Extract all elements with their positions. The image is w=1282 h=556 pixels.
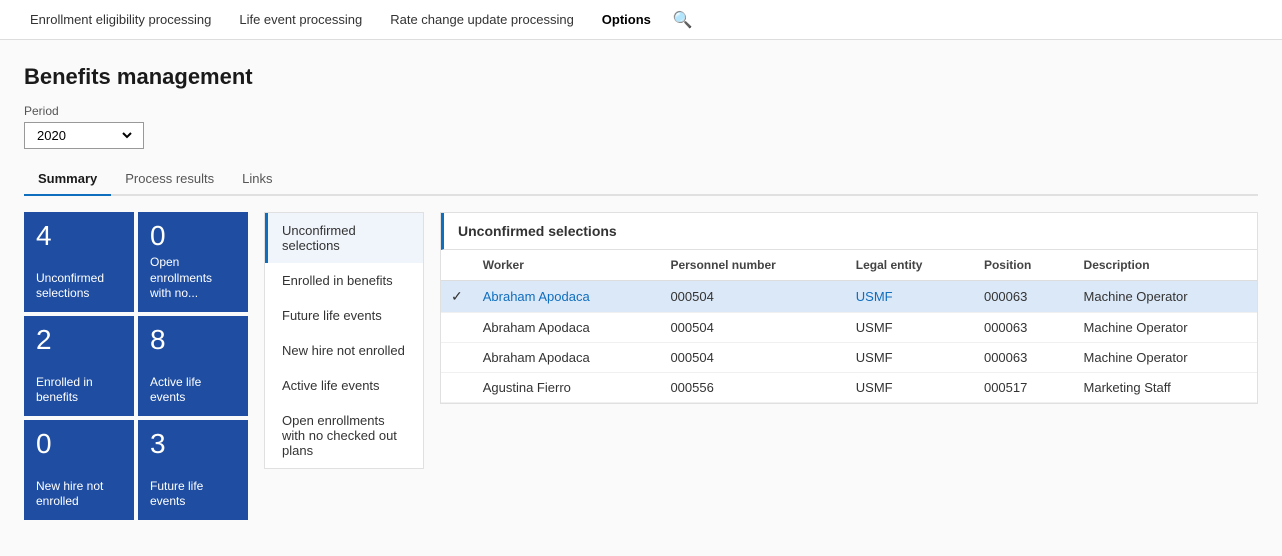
middle-panel-enrolled[interactable]: Enrolled in benefits [265, 263, 423, 298]
tile-enrolled-in-benefits[interactable]: 2 Enrolled in benefits [24, 316, 134, 416]
checkmark-icon: ✓ [451, 288, 463, 304]
cell-personnel: 000504 [660, 343, 845, 373]
row-check [441, 343, 473, 373]
tiles-grid: 4 Unconfirmed selections 0 Open enrollme… [24, 212, 248, 520]
cell-personnel: 000556 [660, 373, 845, 403]
middle-panel: Unconfirmed selections Enrolled in benef… [264, 212, 424, 469]
right-panel-title: Unconfirmed selections [441, 213, 1257, 250]
cell-legal: USMF [846, 343, 974, 373]
tile-active-life-events[interactable]: 8 Active life events [138, 316, 248, 416]
tile-label-0: Unconfirmed selections [36, 271, 122, 302]
table-header-row: Worker Personnel number Legal entity Pos… [441, 250, 1257, 281]
tile-new-hire[interactable]: 0 New hire not enrolled [24, 420, 134, 520]
tile-open-enrollments[interactable]: 0 Open enrollments with no... [138, 212, 248, 312]
summary-layout: 4 Unconfirmed selections 0 Open enrollme… [24, 212, 1258, 520]
tab-summary[interactable]: Summary [24, 163, 111, 196]
cell-worker: Abraham Apodaca [473, 313, 661, 343]
cell-legal: USMF [846, 373, 974, 403]
col-position: Position [974, 250, 1074, 281]
table-row[interactable]: Abraham Apodaca000504USMF000063Machine O… [441, 313, 1257, 343]
period-label: Period [24, 104, 1258, 118]
right-panel: Unconfirmed selections Worker Personnel … [440, 212, 1258, 404]
col-personnel: Personnel number [660, 250, 845, 281]
nav-options[interactable]: Options [588, 0, 665, 40]
col-worker: Worker [473, 250, 661, 281]
cell-position: 000063 [974, 313, 1074, 343]
period-select[interactable]: 2020 2019 2021 [24, 122, 144, 149]
period-section: Period 2020 2019 2021 [24, 104, 1258, 149]
tab-links[interactable]: Links [228, 163, 286, 196]
cell-position: 000063 [974, 343, 1074, 373]
tile-number-3: 8 [150, 326, 236, 354]
row-check [441, 373, 473, 403]
middle-panel-unconfirmed[interactable]: Unconfirmed selections [265, 213, 423, 263]
tile-label-4: New hire not enrolled [36, 479, 122, 510]
period-dropdown[interactable]: 2020 2019 2021 [33, 127, 135, 144]
cell-description: Marketing Staff [1074, 373, 1257, 403]
cell-worker: Agustina Fierro [473, 373, 661, 403]
tab-process-results[interactable]: Process results [111, 163, 228, 196]
search-icon[interactable]: 🔍 [673, 10, 693, 30]
nav-rate-change[interactable]: Rate change update processing [376, 0, 588, 40]
tile-number-5: 3 [150, 430, 236, 458]
nav-life-event[interactable]: Life event processing [225, 0, 376, 40]
tile-future-life-events[interactable]: 3 Future life events [138, 420, 248, 520]
row-check: ✓ [441, 281, 473, 313]
tile-number-1: 0 [150, 222, 236, 250]
cell-description: Machine Operator [1074, 313, 1257, 343]
top-nav: Enrollment eligibility processing Life e… [0, 0, 1282, 40]
middle-panel-new-hire[interactable]: New hire not enrolled [265, 333, 423, 368]
table-row[interactable]: ✓ Abraham Apodaca000504USMF000063Machine … [441, 281, 1257, 313]
middle-panel-future-life[interactable]: Future life events [265, 298, 423, 333]
cell-legal[interactable]: USMF [846, 281, 974, 313]
cell-personnel: 000504 [660, 313, 845, 343]
nav-enrollment[interactable]: Enrollment eligibility processing [16, 0, 225, 40]
cell-legal: USMF [846, 313, 974, 343]
data-table: Worker Personnel number Legal entity Pos… [441, 250, 1257, 403]
middle-panel-active-life[interactable]: Active life events [265, 368, 423, 403]
tile-unconfirmed-selections[interactable]: 4 Unconfirmed selections [24, 212, 134, 312]
table-row[interactable]: Abraham Apodaca000504USMF000063Machine O… [441, 343, 1257, 373]
col-description: Description [1074, 250, 1257, 281]
cell-worker[interactable]: Abraham Apodaca [473, 281, 661, 313]
tile-number-0: 4 [36, 222, 122, 250]
page-title: Benefits management [24, 64, 1258, 90]
cell-worker: Abraham Apodaca [473, 343, 661, 373]
tile-label-3: Active life events [150, 375, 236, 406]
main-content: Benefits management Period 2020 2019 202… [0, 40, 1282, 556]
tile-number-2: 2 [36, 326, 122, 354]
cell-personnel: 000504 [660, 281, 845, 313]
tile-label-2: Enrolled in benefits [36, 375, 122, 406]
cell-position: 000063 [974, 281, 1074, 313]
tile-number-4: 0 [36, 430, 122, 458]
col-legal: Legal entity [846, 250, 974, 281]
middle-panel-open-enrollments[interactable]: Open enrollments with no checked out pla… [265, 403, 423, 468]
tabs: Summary Process results Links [24, 163, 1258, 196]
row-check [441, 313, 473, 343]
cell-position: 000517 [974, 373, 1074, 403]
tile-label-5: Future life events [150, 479, 236, 510]
cell-description: Machine Operator [1074, 281, 1257, 313]
cell-description: Machine Operator [1074, 343, 1257, 373]
table-row[interactable]: Agustina Fierro000556USMF000517Marketing… [441, 373, 1257, 403]
col-check [441, 250, 473, 281]
tile-label-1: Open enrollments with no... [150, 255, 236, 302]
